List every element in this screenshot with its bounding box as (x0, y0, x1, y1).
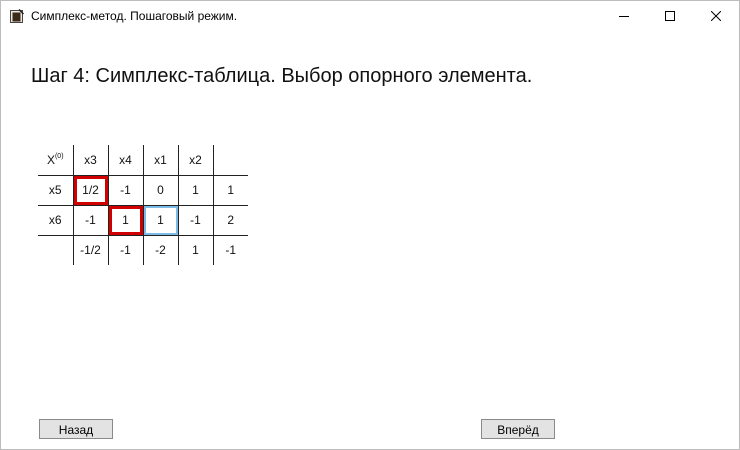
corner-base: X (46, 152, 55, 167)
table-cell[interactable]: 1 (178, 235, 214, 265)
minimize-icon (619, 16, 629, 17)
table-cell[interactable]: 1 (213, 175, 248, 206)
title-bar: Симплекс-метод. Пошаговый режим. (1, 1, 739, 31)
table-cell[interactable]: -1 (108, 235, 144, 265)
maximize-button[interactable] (647, 1, 693, 31)
table-cell[interactable]: 1 (178, 175, 214, 206)
table-row: x5 1/2 -1 0 1 1 (38, 175, 248, 206)
app-icon (10, 9, 24, 23)
table-header-row: X(0) x3 x4 x1 x2 (38, 145, 248, 176)
maximize-icon (665, 11, 675, 21)
table-row: x6 -1 1 1 -1 2 (38, 205, 248, 236)
table-cell[interactable]: -1 (108, 175, 144, 206)
table-cell[interactable]: -1 (73, 205, 109, 236)
table-cell[interactable]: -1 (213, 235, 248, 265)
corner-superscript: (0) (54, 152, 64, 160)
forward-button[interactable]: Вперёд (481, 419, 555, 439)
row-label: x5 (38, 175, 74, 206)
table-cell-pivot-candidate[interactable]: 1/2 (73, 175, 109, 206)
close-button[interactable] (693, 1, 739, 31)
table-corner-cell: X(0) (38, 145, 74, 176)
column-header (213, 145, 248, 176)
row-label (38, 235, 74, 265)
table-cell[interactable]: 2 (213, 205, 248, 236)
back-button[interactable]: Назад (39, 419, 113, 439)
step-heading: Шаг 4: Симплекс-таблица. Выбор опорного … (31, 65, 533, 87)
table-cell[interactable]: -1/2 (73, 235, 109, 265)
table-cell[interactable]: -2 (143, 235, 179, 265)
table-row-objective: -1/2 -1 -2 1 -1 (38, 235, 248, 265)
row-label: x6 (38, 205, 74, 236)
column-header: x3 (73, 145, 109, 176)
close-icon (711, 11, 721, 21)
table-cell[interactable]: -1 (178, 205, 214, 236)
simplex-table: X(0) x3 x4 x1 x2 x5 1/2 -1 0 1 1 x6 -1 1… (38, 145, 248, 265)
window-title: Симплекс-метод. Пошаговый режим. (31, 9, 238, 23)
column-header: x4 (108, 145, 144, 176)
app-window: Симплекс-метод. Пошаговый режим. Шаг 4: … (0, 0, 740, 450)
minimize-button[interactable] (601, 1, 647, 31)
column-header: x1 (143, 145, 179, 176)
column-header: x2 (178, 145, 214, 176)
table-cell[interactable]: 0 (143, 175, 179, 206)
table-cell-selected[interactable]: 1 (143, 205, 179, 236)
table-cell-pivot-candidate[interactable]: 1 (108, 205, 144, 236)
